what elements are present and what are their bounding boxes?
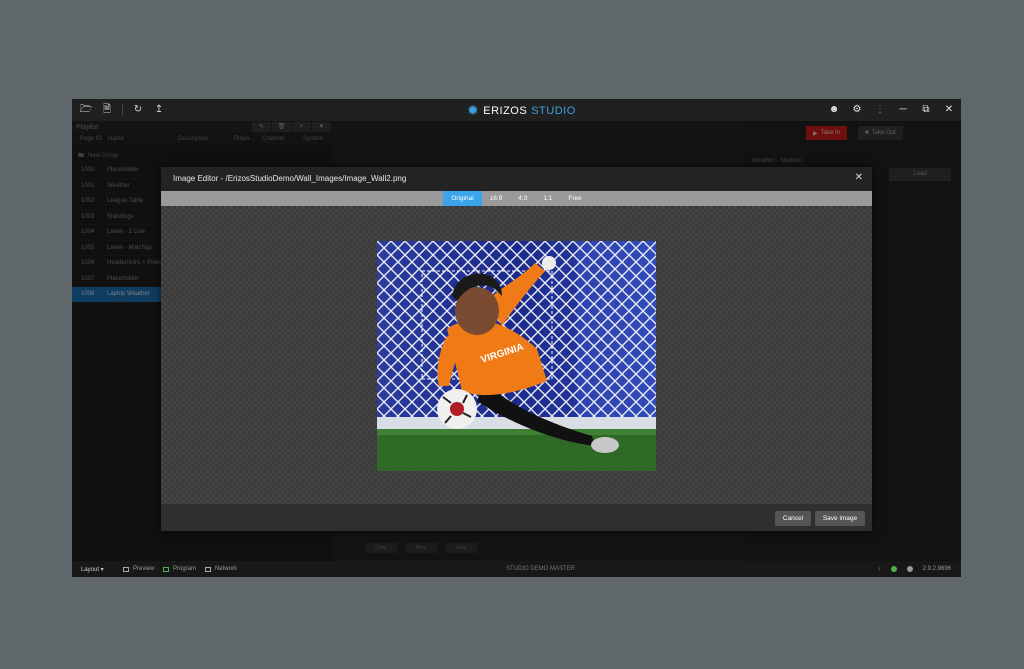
- program-label: Program: [173, 566, 197, 572]
- folder-open-icon[interactable]: 🗁: [80, 104, 92, 116]
- user-icon[interactable]: ☻: [828, 104, 840, 116]
- aspect-ratio-bar: Original 16:9 4:3 1:1 Free: [161, 191, 872, 206]
- ratio-tab-free[interactable]: Free: [560, 191, 589, 206]
- status-center-label: STUDIO DEMO MASTER: [506, 566, 576, 572]
- preview-toggle[interactable]: Preview: [123, 566, 154, 572]
- preview-label: Preview: [133, 566, 155, 572]
- info-icon[interactable]: [906, 566, 913, 572]
- goalkeeper-photo: VIRGINIA: [377, 241, 656, 471]
- title-bar: 🗁 🗎 ↻ ↥ ✹ ERIZOS STUDIO ☻ ⚙ ⋮ ─ ⧉ ✕: [72, 99, 961, 121]
- layout-dropdown[interactable]: Layout ▾: [81, 566, 104, 573]
- network-toggle[interactable]: Network: [205, 566, 237, 572]
- status-bar: Layout ▾ Preview Program Network STUDIO …: [72, 561, 961, 577]
- gear-icon[interactable]: ⚙: [851, 104, 863, 116]
- minimize-icon[interactable]: ─: [897, 104, 909, 116]
- close-window-icon[interactable]: ✕: [943, 104, 955, 116]
- pin-icon[interactable]: ↓: [878, 566, 881, 572]
- ratio-tab-1-1[interactable]: 1:1: [535, 191, 560, 206]
- network-label: Network: [215, 566, 238, 572]
- upload-icon[interactable]: ↥: [153, 104, 165, 116]
- program-toggle[interactable]: Program: [163, 566, 196, 572]
- refresh-icon[interactable]: ↻: [132, 104, 144, 116]
- more-vertical-icon[interactable]: ⋮: [874, 104, 886, 116]
- image-editor-dialog: Image Editor - /ErizosStudioDemo/Wall_Im…: [161, 167, 872, 531]
- save-image-button[interactable]: Save image: [815, 511, 865, 526]
- cancel-button[interactable]: Cancel: [775, 511, 811, 526]
- ratio-tab-original[interactable]: Original: [443, 191, 482, 206]
- logo-mark-icon: ✹: [467, 102, 480, 118]
- version-label: 2.9.2.9696: [922, 566, 951, 572]
- app-logo: ✹ ERIZOS STUDIO: [467, 102, 576, 119]
- dialog-title-bar: Image Editor - /ErizosStudioDemo/Wall_Im…: [161, 167, 872, 191]
- logo-secondary: STUDIO: [531, 104, 576, 117]
- dialog-title: Image Editor - /ErizosStudioDemo/Wall_Im…: [173, 174, 407, 183]
- monitor-icon: [205, 566, 211, 572]
- restore-icon[interactable]: ⧉: [920, 104, 932, 116]
- status-ok-icon: [890, 566, 897, 572]
- image-canvas[interactable]: VIRGINIA: [161, 206, 872, 504]
- ratio-tab-4-3[interactable]: 4:3: [510, 191, 535, 206]
- document-icon[interactable]: 🗎: [101, 104, 113, 116]
- close-icon[interactable]: ✕: [855, 172, 863, 183]
- ratio-tab-16-9[interactable]: 16:9: [482, 191, 511, 206]
- monitor-icon: [163, 566, 169, 572]
- logo-primary: ERIZOS: [483, 104, 528, 117]
- monitor-icon: [123, 566, 129, 572]
- toolbar-divider: [122, 104, 123, 116]
- dialog-footer: Cancel Save image: [161, 504, 872, 531]
- editable-image[interactable]: VIRGINIA: [377, 241, 656, 471]
